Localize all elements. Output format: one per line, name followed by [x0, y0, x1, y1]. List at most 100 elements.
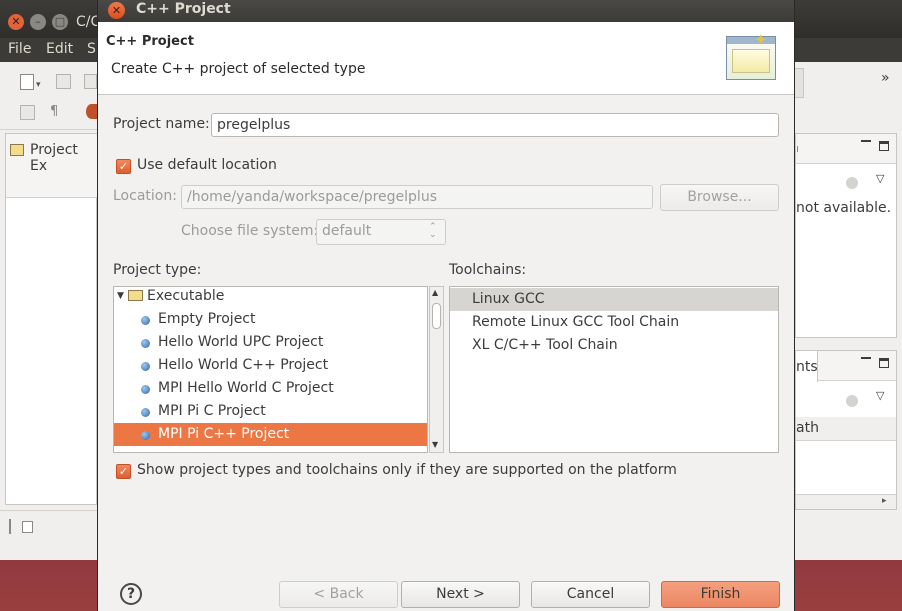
more-icon[interactable]: » — [881, 70, 890, 86]
location-label: Location: — [113, 188, 177, 204]
cancel-button[interactable]: Cancel — [531, 581, 650, 608]
project-explorer-panel: Project Ex — [5, 133, 98, 505]
save-icon[interactable] — [56, 74, 71, 89]
tree-group-executable[interactable]: ▼ Executable — [114, 287, 427, 308]
debug-icon[interactable] — [86, 104, 97, 119]
finish-button[interactable]: Finish — [661, 581, 780, 608]
tree-item-label: MPI Pi C Project — [158, 403, 266, 419]
menu-file[interactable]: File — [8, 41, 31, 57]
minimize-icon[interactable]: – — [30, 14, 46, 30]
cpp-project-dialog: ✕ C++ Project C++ Project Create C++ pro… — [97, 0, 795, 611]
maximize-icon[interactable] — [879, 141, 889, 151]
project-type-scrollbar[interactable]: ▲ ▼ — [429, 286, 444, 453]
view-menu-icon[interactable]: ▽ — [876, 172, 884, 185]
use-default-location-label: Use default location — [137, 157, 277, 173]
menu-search[interactable]: S — [87, 41, 96, 57]
tree-item-partial[interactable] — [114, 446, 427, 452]
scroll-thumb[interactable] — [432, 303, 441, 329]
toolchains-label: Toolchains: — [449, 262, 527, 278]
file-system-value: default — [322, 223, 372, 239]
maximize-icon[interactable] — [879, 358, 889, 368]
tree-item-label: Empty Project — [158, 311, 256, 327]
panel-tab-label[interactable]: nts — [796, 359, 818, 375]
header-subtitle: Create C++ project of selected type — [111, 61, 366, 77]
eclipse-toolbar: ▾ ¶ — [0, 62, 97, 130]
tree-item[interactable]: MPI Hello World C Project — [114, 377, 427, 400]
project-name-input[interactable]: pregelplus — [211, 113, 779, 137]
outline-panel: ı ▽ not available. — [795, 133, 897, 338]
chevron-down-icon[interactable]: ▾ — [36, 80, 41, 90]
file-system-select[interactable]: default ⌃ ⌄ — [316, 219, 446, 245]
folder-open-icon — [128, 290, 143, 301]
project-type-icon — [141, 339, 150, 348]
tree-item[interactable]: Hello World C++ Project — [114, 354, 427, 377]
toolchain-label: Remote Linux GCC Tool Chain — [472, 314, 680, 330]
tree-item-label: MPI Pi C++ Project — [158, 426, 290, 442]
tree-item-selected[interactable]: MPI Pi C++ Project — [114, 423, 427, 446]
use-default-location-checkbox[interactable]: ✓ — [116, 159, 131, 174]
project-type-label: Project type: — [113, 262, 202, 278]
maximize-icon[interactable]: □ — [52, 14, 68, 30]
scroll-down-icon[interactable]: ▼ — [432, 440, 438, 449]
toolchain-label: Linux GCC — [472, 291, 545, 307]
tree-item-label: Hello World UPC Project — [158, 334, 324, 350]
wizard-header: C++ Project Create C++ project of select… — [98, 22, 794, 95]
file-system-label: Choose file system: — [181, 223, 319, 239]
toolchain-item[interactable]: XL C/C++ Tool Chain — [450, 334, 778, 357]
sparkle-icon: ✦ — [754, 30, 768, 49]
minimize-icon[interactable] — [861, 140, 871, 143]
outline-unavailable-text: not available. — [796, 200, 892, 216]
project-explorer-tab[interactable]: Project Ex — [30, 142, 96, 174]
new-task-icon[interactable] — [22, 521, 33, 533]
panel-tab-fragment: ı — [796, 142, 800, 155]
toolchains-list[interactable]: Linux GCC Remote Linux GCC Tool Chain XL… — [449, 286, 779, 453]
column-header[interactable]: ath — [796, 420, 819, 436]
toolchain-item-selected[interactable]: Linux GCC — [450, 288, 778, 311]
tree-item-label: Hello World C++ Project — [158, 357, 329, 373]
project-type-icon — [141, 408, 150, 417]
horizontal-scrollbar[interactable]: ▸ — [796, 494, 896, 509]
next-button[interactable]: Next > — [401, 581, 520, 608]
view-menu-icon[interactable]: ▽ — [876, 389, 884, 402]
help-icon[interactable]: ? — [120, 583, 142, 605]
tree-item[interactable]: Hello World UPC Project — [114, 331, 427, 354]
location-input[interactable]: /home/yanda/workspace/pregelplus — [181, 185, 653, 209]
close-icon[interactable]: ✕ — [108, 2, 125, 19]
wizard-banner-icon — [726, 36, 776, 80]
new-icon[interactable] — [20, 74, 34, 90]
tree-expand-icon[interactable]: ▼ — [117, 287, 124, 308]
back-button[interactable]: < Back — [279, 581, 398, 608]
save-all-icon[interactable] — [84, 74, 97, 89]
project-type-tree[interactable]: ▼ Executable Empty Project Hello World U… — [113, 286, 428, 453]
show-supported-label: Show project types and toolchains only i… — [137, 462, 677, 478]
hide-icon[interactable] — [846, 395, 858, 407]
project-type-icon — [141, 362, 150, 371]
tree-item-label: MPI Hello World C Project — [158, 380, 334, 396]
project-type-icon — [141, 431, 150, 440]
folder-icon — [10, 144, 24, 156]
project-name-label: Project name: — [113, 116, 210, 132]
dialog-window-title: C++ Project — [136, 1, 231, 17]
header-title: C++ Project — [106, 34, 194, 49]
print-icon[interactable] — [20, 105, 35, 120]
close-icon[interactable]: ✕ — [8, 14, 24, 30]
project-type-icon — [141, 385, 150, 394]
dialog-titlebar: ✕ C++ Project — [98, 0, 794, 22]
browse-button[interactable]: Browse... — [660, 184, 779, 211]
perspective-bar: » — [795, 62, 902, 107]
pilcrow-icon[interactable]: ¶ — [50, 104, 58, 119]
menu-edit[interactable]: Edit — [46, 41, 73, 57]
project-type-icon — [141, 316, 150, 325]
show-supported-checkbox[interactable]: ✓ — [116, 464, 131, 479]
tree-item[interactable]: Empty Project — [114, 308, 427, 331]
tree-group-label: Executable — [147, 288, 225, 304]
hide-icon[interactable] — [846, 177, 858, 189]
minimize-icon[interactable] — [861, 357, 871, 360]
bottom-right-panel: nts ▽ ath ▸ — [795, 350, 897, 510]
scroll-up-icon[interactable]: ▲ — [432, 288, 438, 297]
tree-item[interactable]: MPI Pi C Project — [114, 400, 427, 423]
eclipse-statusbar — [0, 510, 97, 540]
toolchain-label: XL C/C++ Tool Chain — [472, 337, 618, 353]
toolchain-item[interactable]: Remote Linux GCC Tool Chain — [450, 311, 778, 334]
spinner-icon: ⌃ ⌄ — [429, 222, 437, 240]
